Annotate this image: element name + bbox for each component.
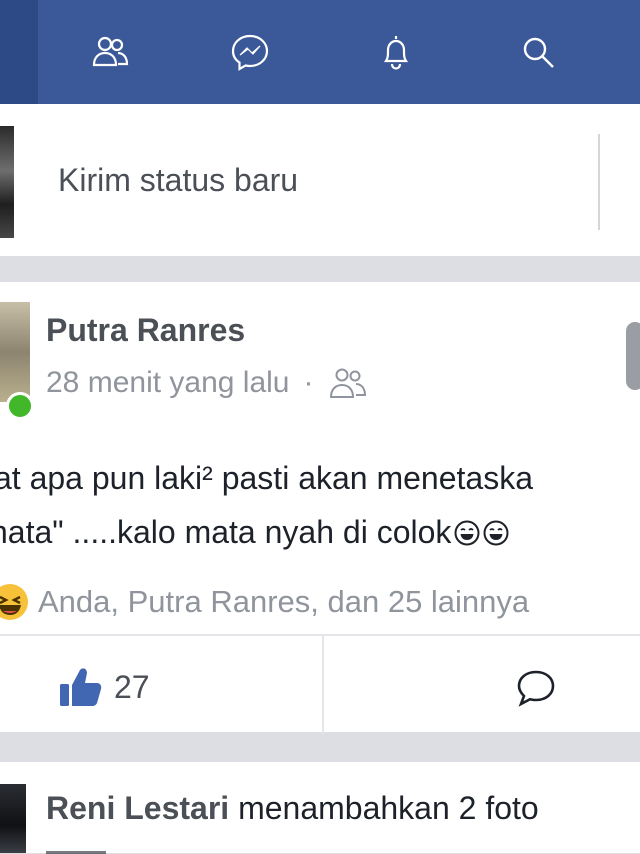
feed-post: Reni Lestari menambahkan 2 foto: [0, 762, 640, 854]
grinning-emoji-icon: [454, 520, 480, 546]
top-navigation-bar: [0, 0, 640, 104]
online-status-dot: [6, 392, 34, 420]
haha-reaction-icon: [0, 584, 28, 620]
avatar[interactable]: [0, 784, 26, 853]
friends-icon: [329, 368, 366, 398]
like-count: 27: [114, 668, 150, 705]
post-action-text: menambahkan 2 foto: [229, 790, 539, 826]
status-input[interactable]: Kirim status baru: [58, 162, 298, 199]
grinning-emoji-icon: [483, 520, 509, 546]
post-meta: 28 menit yang lalu ·: [46, 366, 368, 400]
post-author[interactable]: Putra Ranres: [46, 312, 245, 349]
like-button[interactable]: 27: [58, 666, 150, 708]
actions-divider: [322, 636, 324, 734]
status-composer: Kirim status baru: [0, 104, 640, 256]
comment-icon[interactable]: [512, 664, 560, 712]
feed-post: Putra Ranres 28 menit yang lalu · at apa…: [0, 282, 640, 734]
post-text-line: nata" .....kalo mata nyah di colok: [0, 514, 509, 551]
friends-icon[interactable]: [86, 28, 134, 76]
composer-divider: [598, 134, 600, 230]
post-text-line-content: nata" .....kalo mata nyah di colok: [0, 514, 452, 550]
post-actions: 27: [0, 634, 640, 734]
notifications-icon[interactable]: [372, 28, 420, 76]
menu-edge[interactable]: [0, 0, 38, 104]
meta-separator: ·: [303, 366, 314, 399]
thumbs-up-icon: [60, 668, 102, 706]
post-time[interactable]: 28 menit yang lalu: [46, 366, 290, 400]
post-headline: Reni Lestari menambahkan 2 foto: [46, 790, 539, 827]
avatar[interactable]: [0, 302, 30, 402]
scrollbar[interactable]: [626, 322, 640, 390]
reactions-summary[interactable]: Anda, Putra Ranres, dan 25 lainnya: [0, 582, 529, 622]
post-author[interactable]: Reni Lestari: [46, 790, 229, 826]
messenger-icon[interactable]: [226, 28, 274, 76]
post-text-line: at apa pun laki² pasti akan menetaska: [0, 460, 533, 496]
search-icon[interactable]: [514, 28, 562, 76]
avatar[interactable]: [0, 126, 14, 238]
reactions-text: Anda, Putra Ranres, dan 25 lainnya: [38, 584, 530, 619]
